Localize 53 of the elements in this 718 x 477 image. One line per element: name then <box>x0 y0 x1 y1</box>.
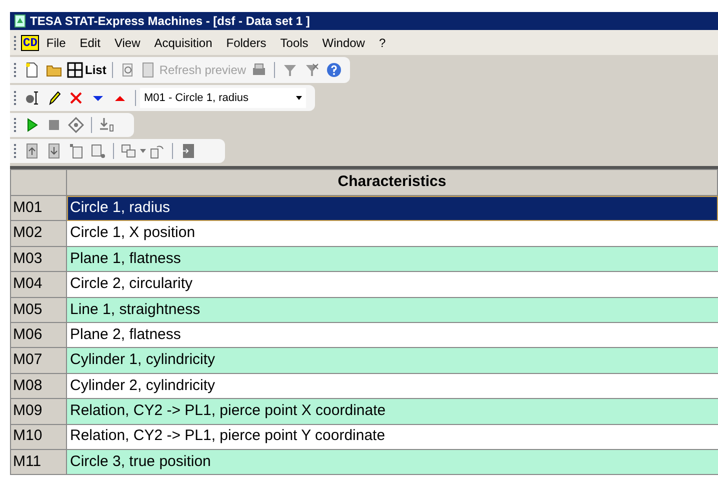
menu-item[interactable]: Acquisition <box>147 34 220 52</box>
table-cell[interactable]: Relation, CY2 -> PL1, pierce point Y coordinate <box>67 424 718 450</box>
table-cell[interactable]: Cylinder 1, cylindricity <box>67 348 718 374</box>
table-cell[interactable]: Line 1, straightness <box>67 298 718 323</box>
import-icon[interactable] <box>24 143 40 159</box>
export-icon[interactable] <box>46 143 62 159</box>
row-header[interactable]: M10 <box>10 424 67 450</box>
menu-item[interactable]: Edit <box>72 34 108 52</box>
row-header[interactable]: M06 <box>10 322 67 348</box>
table-cell[interactable]: Cylinder 2, cylindricity <box>67 374 718 400</box>
exit-icon[interactable] <box>180 143 196 159</box>
row-header[interactable]: M05 <box>10 298 67 323</box>
list-button[interactable]: List <box>65 61 108 79</box>
characteristic-dropdown[interactable]: M01 - Circle 1, radius <box>140 88 306 108</box>
table-cell[interactable]: Circle 3, true position <box>67 450 718 476</box>
menu-item[interactable]: View <box>107 34 148 52</box>
row-header[interactable]: M01 <box>10 196 67 222</box>
row-header[interactable]: M03 <box>10 246 67 272</box>
app-logo[interactable]: CD <box>21 34 40 50</box>
diamond-icon[interactable] <box>68 117 84 133</box>
help-icon[interactable] <box>326 62 342 78</box>
menu-item[interactable]: ? <box>372 34 393 52</box>
row-header[interactable]: M09 <box>10 399 67 425</box>
menu-item[interactable]: Folders <box>219 34 274 52</box>
printer-icon[interactable] <box>251 62 268 78</box>
table-cell[interactable]: Circle 1, radius <box>67 196 718 222</box>
row-header[interactable]: M02 <box>10 221 67 247</box>
windows-icon[interactable] <box>121 143 137 159</box>
corner-header-cell <box>10 169 67 196</box>
new-document-icon[interactable] <box>24 62 40 78</box>
app-icon <box>14 14 26 28</box>
paste-icon[interactable] <box>90 143 106 159</box>
grid-icon <box>67 62 83 78</box>
menu-item[interactable]: Tools <box>273 34 316 52</box>
row-header[interactable]: M04 <box>10 272 67 298</box>
filter-icon[interactable] <box>282 62 298 78</box>
row-header[interactable]: M11 <box>10 450 67 476</box>
table-cell[interactable]: Relation, CY2 -> PL1, pierce point X coordinate <box>67 399 718 425</box>
menu-item[interactable]: File <box>39 34 73 52</box>
filter-remove-icon[interactable] <box>304 62 320 78</box>
column-header[interactable]: Characteristics <box>67 169 718 196</box>
table-cell[interactable]: Plane 1, flatness <box>67 246 718 272</box>
menu-item[interactable]: Window <box>315 34 372 52</box>
copy-icon[interactable] <box>68 143 84 159</box>
download-icon[interactable] <box>99 117 115 133</box>
window-title: TESA STAT-Express Machines - [dsf - Data set 1 ] <box>30 13 310 30</box>
rotate-icon[interactable] <box>149 143 165 159</box>
small-caret-icon[interactable] <box>140 148 146 154</box>
row-header[interactable]: M08 <box>10 374 67 400</box>
delete-icon[interactable] <box>68 90 84 106</box>
document-icon <box>141 62 156 78</box>
row-header[interactable]: M07 <box>10 348 67 374</box>
stop-icon[interactable] <box>46 117 62 133</box>
